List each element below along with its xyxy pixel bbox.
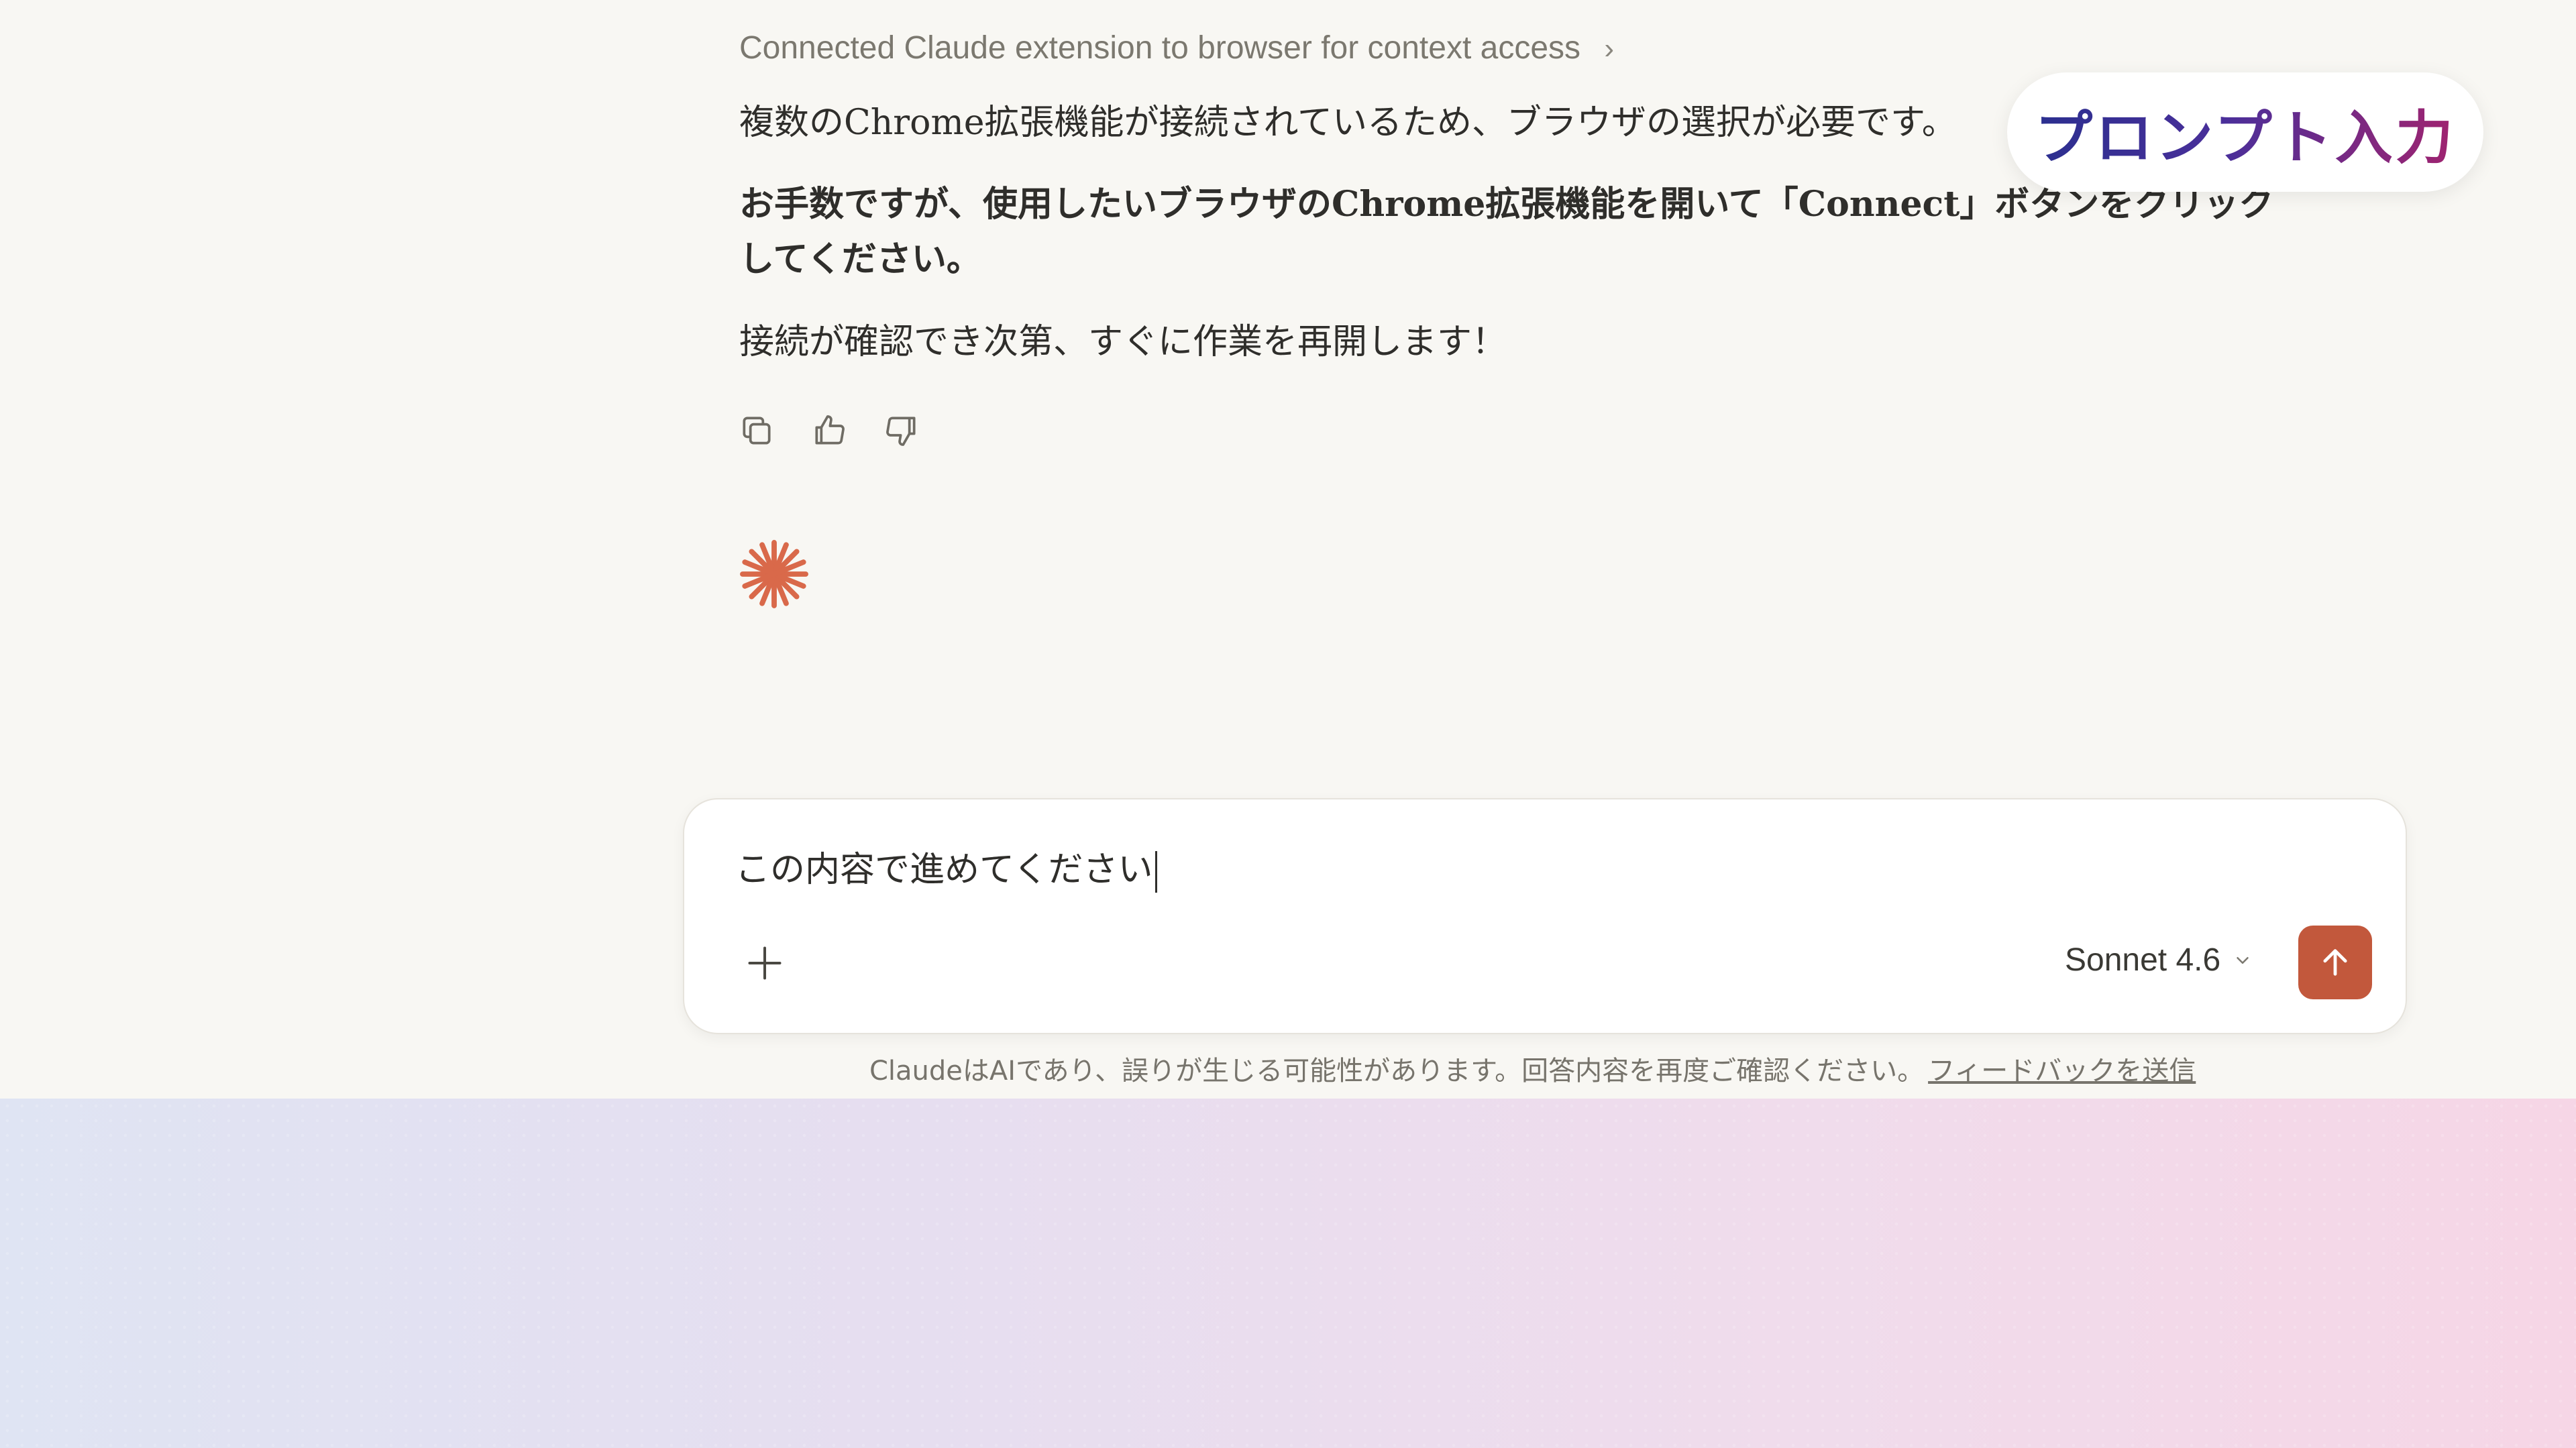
thumbs-down-icon[interactable] <box>883 412 920 449</box>
message-input-value: この内容で進めてください <box>735 850 1153 890</box>
thumbs-up-icon[interactable] <box>810 412 848 449</box>
text-caret <box>1155 851 1158 893</box>
chevron-down-icon <box>2237 956 2249 964</box>
message-composer[interactable]: この内容で進めてください Sonnet 4.6 <box>683 798 2407 1034</box>
assistant-message-instruction: お手数ですが、使用したいブラウザのChrome拡張機能を開いて「Connect」… <box>739 184 2274 280</box>
background-gradient-band <box>0 1099 2576 1448</box>
feedback-link[interactable]: フィードバックを送信 <box>1928 1056 2196 1087</box>
tool-status-line[interactable]: Connected Claude extension to browser fo… <box>739 30 1614 66</box>
disclaimer-text: ClaudeはAIであり、誤りが生じる可能性があります。回答内容を再度ご確認くだ… <box>869 1056 1925 1087</box>
chat-area: Connected Claude extension to browser fo… <box>0 0 2576 1099</box>
chevron-right-icon: › <box>1604 32 1615 65</box>
plus-icon[interactable] <box>745 943 785 983</box>
copy-icon[interactable] <box>738 412 775 449</box>
tool-status-text: Connected Claude extension to browser fo… <box>739 30 1581 66</box>
prompt-input-overlay-label: プロンプト入力 <box>2035 91 2455 174</box>
footer-disclaimer: ClaudeはAIであり、誤りが生じる可能性があります。回答内容を再度ご確認くだ… <box>869 1049 2196 1088</box>
message-input[interactable]: この内容で進めてください <box>735 841 1158 893</box>
arrow-up-icon <box>2323 949 2347 976</box>
send-button[interactable] <box>2298 926 2372 999</box>
model-selector[interactable]: Sonnet 4.6 <box>2065 942 2253 979</box>
message-actions <box>738 412 920 449</box>
dot-pattern <box>0 1099 2576 1448</box>
prompt-input-overlay-badge: プロンプト入力 <box>2007 72 2483 192</box>
assistant-message-line: 接続が確認でき次第、すぐに作業を再開します！ <box>739 322 1507 362</box>
claude-spark-icon <box>740 540 808 608</box>
model-selector-label: Sonnet 4.6 <box>2065 942 2221 978</box>
